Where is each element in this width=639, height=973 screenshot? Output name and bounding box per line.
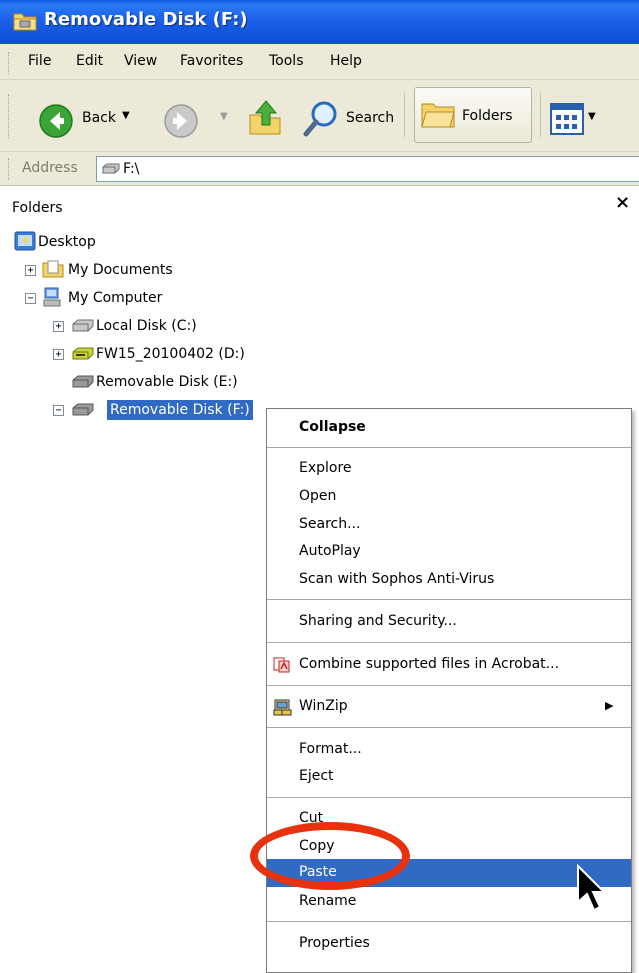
tree-label: Local Disk (C:) <box>96 318 197 334</box>
expand-icon[interactable]: + <box>53 321 64 332</box>
collapse-icon[interactable]: − <box>53 405 64 416</box>
close-icon[interactable]: × <box>615 192 630 213</box>
tree-item-my-computer[interactable]: My Computer <box>42 286 222 312</box>
acrobat-icon <box>273 657 290 673</box>
tree-item-my-documents[interactable]: My Documents <box>42 258 222 284</box>
menu-item-label: Eject <box>299 768 334 784</box>
folders-button[interactable]: Folders <box>414 87 532 143</box>
winzip-icon <box>273 699 292 716</box>
window-title: Removable Disk (F:) <box>44 9 248 30</box>
menu-item-label: Explore <box>299 460 352 476</box>
menu-tools[interactable]: Tools <box>269 53 304 69</box>
menu-edit[interactable]: Edit <box>76 53 103 69</box>
collapse-icon[interactable]: − <box>25 293 36 304</box>
menu-item-label: WinZip <box>299 698 348 714</box>
menu-separator <box>267 685 631 686</box>
menu-item-eject[interactable]: Eject <box>267 763 631 791</box>
menu-item-label: Sharing and Security... <box>299 613 457 629</box>
menu-item-open[interactable]: Open <box>267 483 631 511</box>
menu-item-search[interactable]: Search... <box>267 511 631 539</box>
highlight-circle <box>250 822 410 890</box>
address-grip[interactable] <box>8 158 11 180</box>
submenu-arrow-icon: ▶ <box>605 699 614 712</box>
menu-item-label: Search... <box>299 516 361 532</box>
tree-label: My Documents <box>68 262 173 278</box>
desktop-icon <box>14 231 36 251</box>
expand-icon[interactable]: + <box>53 349 64 360</box>
address-input[interactable]: F:\ <box>96 156 639 182</box>
menu-item-label: Open <box>299 488 337 504</box>
folders-button-label: Folders <box>462 108 513 124</box>
menu-item-combine-acrobat[interactable]: Combine supported files in Acrobat... <box>267 651 631 679</box>
search-button-label[interactable]: Search <box>346 110 394 126</box>
menu-item-label: Combine supported files in Acrobat... <box>299 656 560 672</box>
folder-icon <box>13 13 37 31</box>
menu-bar: File Edit View Favorites Tools Help <box>0 44 639 80</box>
tree-label: Desktop <box>38 234 96 250</box>
menu-view[interactable]: View <box>124 53 157 69</box>
drive-icon <box>102 163 120 174</box>
mouse-pointer-icon <box>577 864 606 912</box>
folders-pane-header: Folders × <box>0 186 639 224</box>
toolbar-separator <box>404 93 405 137</box>
toolbar-separator <box>540 93 541 137</box>
computer-icon <box>43 287 61 307</box>
tree-item-local-disk-c[interactable]: Local Disk (C:) <box>72 314 252 340</box>
folders-icon <box>421 103 455 128</box>
tree-label: My Computer <box>68 290 163 306</box>
tree-item-drive-d[interactable]: FW15_20100402 (D:) <box>72 342 272 368</box>
menu-separator <box>267 447 631 448</box>
tree-label: Removable Disk (E:) <box>96 374 238 390</box>
menu-separator <box>267 727 631 728</box>
menu-item-scan-sophos[interactable]: Scan with Sophos Anti-Virus <box>267 566 631 594</box>
views-icon[interactable] <box>550 103 584 135</box>
drive-icon <box>72 319 94 332</box>
search-icon[interactable] <box>302 98 342 138</box>
menu-item-format[interactable]: Format... <box>267 736 631 764</box>
tree-item-removable-f[interactable]: Removable Disk (F:) <box>72 398 272 424</box>
menu-grip[interactable] <box>8 52 11 74</box>
menu-item-label: AutoPlay <box>299 543 361 559</box>
menu-item-label: Scan with Sophos Anti-Virus <box>299 571 495 587</box>
folders-pane-title: Folders <box>12 200 63 216</box>
menu-item-collapse[interactable]: Collapse <box>267 414 631 442</box>
menu-item-properties[interactable]: Properties <box>267 930 631 958</box>
address-label: Address <box>22 160 78 176</box>
tree-item-removable-e[interactable]: Removable Disk (E:) <box>72 370 272 396</box>
address-value: F:\ <box>123 161 140 177</box>
menu-item-winzip[interactable]: WinZip ▶ <box>267 693 631 721</box>
removable-drive-icon <box>72 403 94 416</box>
address-bar: Address F:\ <box>0 152 639 186</box>
back-dropdown-icon[interactable]: ▼ <box>122 110 130 121</box>
up-folder-icon[interactable] <box>246 97 284 137</box>
tree-item-desktop[interactable]: Desktop <box>14 230 214 256</box>
menu-separator <box>267 599 631 600</box>
menu-item-label: Format... <box>299 741 362 757</box>
menu-separator <box>267 642 631 643</box>
menu-item-explore[interactable]: Explore <box>267 455 631 483</box>
back-button-label[interactable]: Back <box>82 110 116 126</box>
menu-item-label: Collapse <box>299 419 366 435</box>
menu-file[interactable]: File <box>28 53 51 69</box>
menu-favorites[interactable]: Favorites <box>180 53 243 69</box>
toolbar-grip[interactable] <box>8 94 11 138</box>
menu-help[interactable]: Help <box>330 53 362 69</box>
menu-item-label: Properties <box>299 935 370 951</box>
menu-separator <box>267 797 631 798</box>
menu-item-label: Rename <box>299 893 357 909</box>
tree-label: FW15_20100402 (D:) <box>96 346 245 362</box>
menu-item-sharing-security[interactable]: Sharing and Security... <box>267 608 631 636</box>
folder-icon <box>42 260 64 278</box>
forward-dropdown-icon[interactable]: ▼ <box>220 111 228 122</box>
views-dropdown-icon[interactable]: ▼ <box>588 111 596 122</box>
dvd-drive-icon <box>72 347 94 360</box>
menu-separator <box>267 921 631 922</box>
tree-label-selected: Removable Disk (F:) <box>107 400 253 420</box>
expand-icon[interactable]: + <box>25 265 36 276</box>
menu-item-autoplay[interactable]: AutoPlay <box>267 538 631 566</box>
title-bar[interactable]: Removable Disk (F:) <box>0 0 639 44</box>
back-arrow-icon[interactable] <box>38 103 74 139</box>
removable-drive-icon <box>72 375 94 388</box>
forward-arrow-icon[interactable] <box>163 103 199 139</box>
